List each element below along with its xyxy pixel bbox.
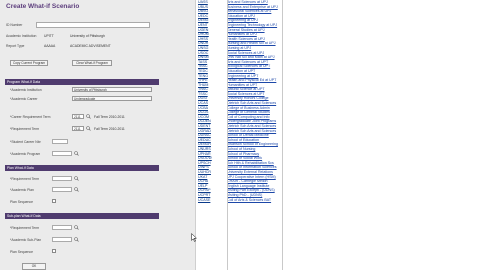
lookup-row: UCASE Coll of Arts & Sciences BAT xyxy=(198,198,334,203)
academic-subplan-label: *Academic Sub-Plan xyxy=(10,238,42,242)
plan-requirement-term-search-icon[interactable] xyxy=(74,176,79,181)
plan-section-header: Plan What-If Data xyxy=(5,165,159,171)
subplan-sequence-label: Plan Sequence xyxy=(10,250,33,254)
academic-institution-code: UPITT xyxy=(44,34,54,38)
subplan-requirement-term-input[interactable] xyxy=(52,225,72,230)
academic-institution-label: Academic Institution xyxy=(6,34,37,38)
subplan-requirement-term-label: *Requirement Term xyxy=(10,226,40,230)
academic-career-select[interactable]: Undergraduate xyxy=(72,96,152,101)
id-field[interactable] xyxy=(36,22,150,28)
academic-institution-field-label: *Academic Institution xyxy=(10,88,42,92)
career-requirement-term-search-icon[interactable] xyxy=(86,114,91,119)
requirement-term-desc: Fall Term 2010-2011 xyxy=(94,127,125,131)
subplan-sequence-checkbox[interactable] xyxy=(52,249,56,253)
report-type-name: ACADEMIC ADVISEMENT xyxy=(70,44,111,48)
panel-divider xyxy=(195,0,196,270)
academic-plan-search-icon[interactable] xyxy=(74,187,79,192)
academic-program-label: *Academic Program xyxy=(10,152,41,156)
copy-current-program-button[interactable]: Copy Current Program xyxy=(10,60,48,66)
academic-institution-select[interactable]: University of Pittsburgh xyxy=(72,87,152,92)
plan-sequence-checkbox[interactable] xyxy=(52,199,56,203)
career-requirement-term-label: *Career Requirement Term xyxy=(10,115,51,119)
academic-subplan-input[interactable] xyxy=(52,237,72,242)
id-label: ID Number xyxy=(6,23,23,27)
academic-plan-input[interactable] xyxy=(52,187,72,192)
page-title: Create What-if Scenario xyxy=(6,3,80,10)
career-requirement-term-input[interactable]: 2111 xyxy=(72,114,84,119)
subplan-section-header: Sub-plan What-If Data xyxy=(5,213,159,219)
lookup-code-link[interactable]: UCASE xyxy=(198,198,227,203)
plan-requirement-term-label: *Requirement Term xyxy=(10,177,40,181)
subplan-requirement-term-search-icon[interactable] xyxy=(74,225,79,230)
requirement-term-search-icon[interactable] xyxy=(86,126,91,131)
ok-button[interactable]: OK xyxy=(22,263,46,270)
academic-career-label: *Academic Career xyxy=(10,97,38,101)
plan-sequence-label: Plan Sequence xyxy=(10,200,33,204)
academic-program-input[interactable] xyxy=(52,151,72,156)
mouse-cursor-icon xyxy=(191,233,197,242)
student-career-nbr-label: *Student Career Nbr xyxy=(10,140,41,144)
career-requirement-term-desc: Fall Term 2010-2011 xyxy=(94,115,125,119)
academic-plan-label: *Academic Plan xyxy=(10,188,34,192)
academic-subplan-search-icon[interactable] xyxy=(74,237,79,242)
lookup-results-list: UASS Arts and Sciences at UPJ UBUS Business… xyxy=(198,0,334,202)
lookup-description-link[interactable]: Coll of Arts & Sciences BAT xyxy=(227,198,271,203)
clear-what-if-program-button[interactable]: Clear What-if Program xyxy=(72,60,112,66)
academic-program-search-icon[interactable] xyxy=(74,151,79,156)
requirement-term-input[interactable]: 2111 xyxy=(72,126,84,131)
plan-requirement-term-input[interactable] xyxy=(52,176,72,181)
requirement-term-label: *Requirement Term xyxy=(10,127,40,131)
student-career-nbr-input[interactable] xyxy=(52,139,68,144)
report-type-label: Report Type xyxy=(6,44,25,48)
program-section-header: Program What-If Data xyxy=(5,79,159,85)
report-type-code: AAAAA xyxy=(44,44,56,48)
academic-institution-name: University of Pittsburgh xyxy=(70,34,105,38)
